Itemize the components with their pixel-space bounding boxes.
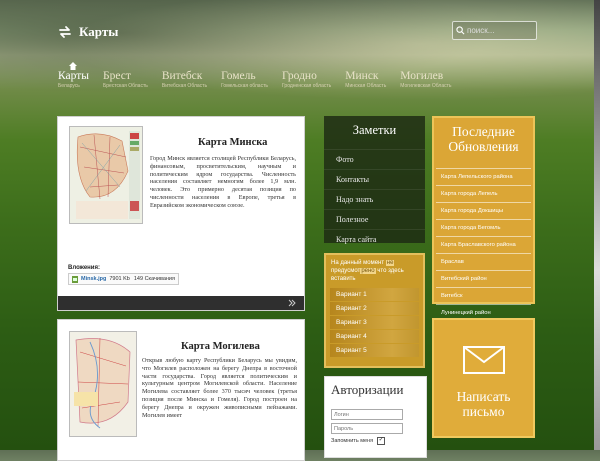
attachment-row: Minsk.jpg 7901 Kb 149 Скачивания — [68, 273, 179, 285]
nav-sublabel: Могилевская Область — [400, 83, 452, 89]
latest-item[interactable]: Витебский район — [436, 270, 531, 287]
remember-me-checkbox[interactable]: ✓ — [377, 437, 386, 445]
article-title[interactable]: Карта Могилева — [181, 341, 260, 352]
message-part: На данный момент — [331, 260, 386, 266]
attachment-size: 7901 Kb — [109, 276, 130, 282]
login-field[interactable] — [331, 409, 403, 420]
latest-item[interactable]: Карта города Бегомль — [436, 219, 531, 236]
message-highlight: рено — [360, 268, 376, 274]
notes-item-sitemap[interactable]: Карта сайта — [324, 229, 425, 249]
notes-item-photo[interactable]: Фото — [324, 149, 425, 169]
write-letter-label: Написать письмо — [456, 389, 511, 419]
main-nav: Карты Беларусь Брест Брестская Область В… — [58, 62, 466, 89]
nav-item-minsk[interactable]: Минск Минская Область — [345, 70, 386, 89]
variants-panel: На данный момент не предусмотрено что зд… — [324, 253, 425, 368]
site-logo[interactable]: Карты — [58, 24, 118, 40]
notes-panel: Заметки Фото Контакты Надо знать Полезно… — [324, 116, 425, 244]
remember-me-row: Запомнить меня ✓ — [331, 437, 386, 445]
password-field[interactable] — [331, 423, 403, 434]
latest-item[interactable]: Карта города Лепель — [436, 185, 531, 202]
nav-label: Минск — [345, 70, 379, 82]
notes-title: Заметки — [352, 123, 397, 137]
latest-item[interactable]: Браслав — [436, 253, 531, 270]
nav-item-brest[interactable]: Брест Брестская Область — [103, 70, 148, 89]
search-icon[interactable] — [456, 26, 465, 35]
site-title: Карты — [79, 24, 119, 39]
nav-sublabel: Гомельская область — [221, 83, 268, 89]
nav-item-gomel[interactable]: Гомель Гомельская область — [221, 70, 268, 89]
nav-sublabel: Беларусь — [58, 83, 80, 89]
variant-item-5[interactable]: Вариант 5 — [330, 344, 419, 357]
minsk-map-image[interactable] — [69, 126, 143, 224]
nav-label: Витебск — [161, 70, 203, 82]
envelope-icon — [462, 346, 505, 374]
latest-item[interactable]: Карта Браславского района — [436, 236, 531, 253]
nav-sublabel: Витебская Область — [161, 83, 208, 89]
window-edge — [594, 0, 600, 450]
article-footer — [58, 296, 304, 310]
article-card-minsk: Карта Минска Город Минск является столиц… — [57, 116, 305, 311]
nav-label: Карты — [58, 70, 89, 82]
latest-updates-panel: Последние Обновления Карта Лепельского р… — [432, 116, 535, 316]
nav-label: Гомель — [221, 70, 256, 82]
mogilev-map-image[interactable] — [69, 331, 137, 437]
double-chevron-right-icon[interactable] — [288, 299, 296, 307]
file-icon — [72, 275, 78, 283]
notes-item-useful[interactable]: Полезное — [324, 209, 425, 229]
nav-label: Могилев — [400, 70, 444, 82]
login-panel: Авторизации Запомнить меня ✓ — [324, 376, 427, 458]
notes-item-contacts[interactable]: Контакты — [324, 169, 425, 189]
nav-label: Гродно — [281, 70, 317, 82]
article-title[interactable]: Карта Минска — [198, 137, 267, 148]
latest-item[interactable]: Карта Лепельского района — [436, 168, 531, 185]
nav-sublabel: Гродненская область — [281, 83, 332, 89]
latest-updates-title: Последние Обновления — [448, 124, 519, 154]
latest-item[interactable]: Карта города Докшицы — [436, 202, 531, 219]
nav-sublabel: Брестская Область — [102, 83, 148, 89]
remember-me-label: Запомнить меня — [331, 438, 374, 444]
search-box — [452, 21, 537, 40]
attachments-label: Вложения: — [68, 265, 100, 271]
variant-item-2[interactable]: Вариант 2 — [330, 302, 419, 315]
article-card-mogilev: Карта Могилева Открыв любую карту Респуб… — [57, 319, 305, 461]
attachment-link[interactable]: Minsk.jpg — [81, 276, 106, 282]
article-text: Открыв любую карту Республики Беларусь м… — [142, 357, 297, 419]
variant-item-3[interactable]: Вариант 3 — [330, 316, 419, 329]
header-background — [0, 0, 600, 110]
nav-sublabel: Минская Область — [345, 83, 387, 89]
write-letter-button[interactable]: Написать письмо — [432, 318, 535, 438]
nav-item-grodno[interactable]: Гродно Гродненская область — [282, 70, 331, 89]
variant-item-4[interactable]: Вариант 4 — [330, 330, 419, 343]
nav-item-mogilev[interactable]: Могилев Могилевская Область — [400, 70, 451, 89]
attachment-downloads: 149 Скачивания — [133, 276, 175, 282]
variant-item-1[interactable]: Вариант 1 — [330, 288, 419, 301]
article-text: Город Минск является столицей Республики… — [150, 155, 296, 209]
nav-label: Брест — [102, 70, 131, 82]
search-input[interactable] — [465, 26, 533, 35]
nav-item-maps[interactable]: Карты Беларусь — [58, 62, 89, 89]
message-highlight: не — [385, 260, 395, 266]
login-title: Авторизации — [331, 382, 404, 397]
notes-item-need-to-know[interactable]: Надо знать — [324, 189, 425, 209]
message-part: предусмот — [331, 268, 361, 274]
latest-item[interactable]: Витебск — [436, 287, 531, 304]
variants-message: На данный момент не предусмотрено что зд… — [326, 255, 423, 287]
nav-item-vitebsk[interactable]: Витебск Витебская Область — [162, 70, 207, 89]
swap-arrows-icon — [59, 26, 71, 38]
home-icon — [69, 62, 77, 70]
